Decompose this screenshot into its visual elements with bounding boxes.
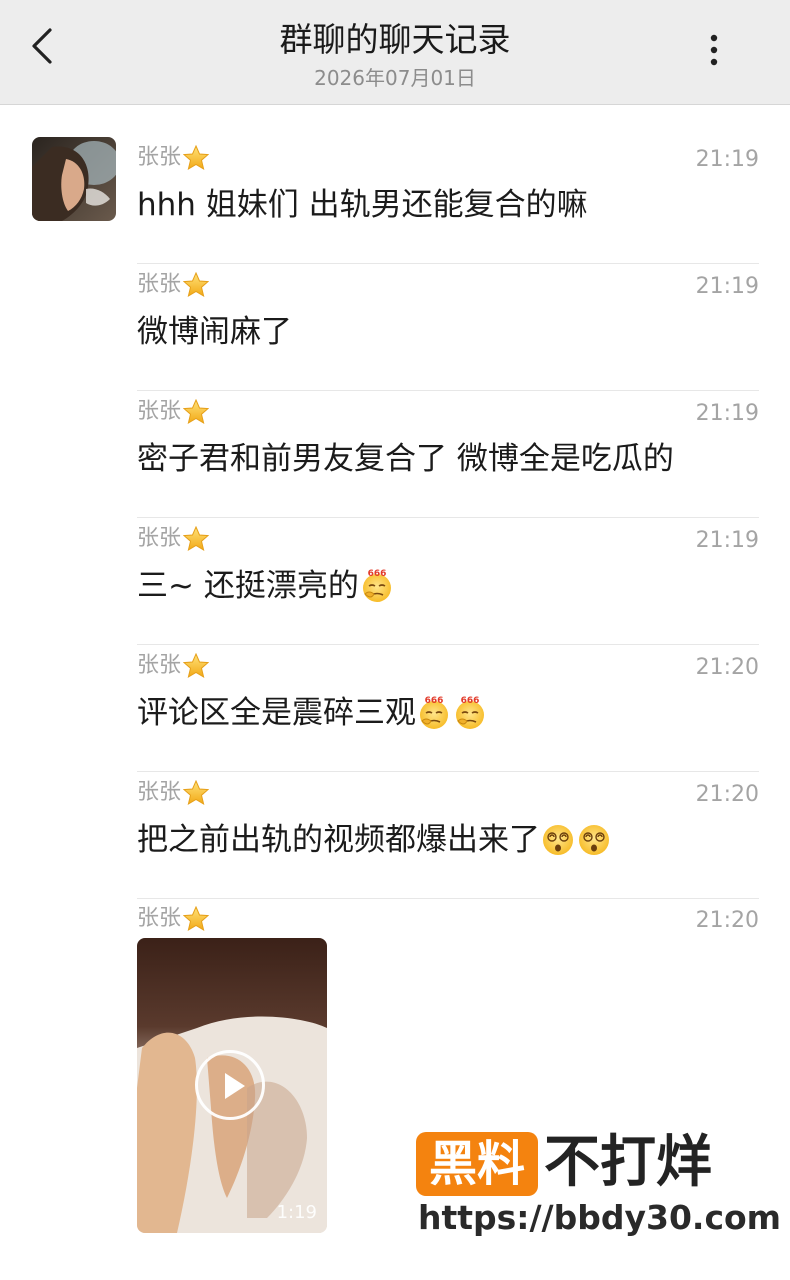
chat-message[interactable]: 张张 21:20 评论区全是震碎三观 666 666 bbox=[137, 645, 759, 772]
sender-name: 张张 bbox=[137, 272, 182, 297]
sender-name: 张张 bbox=[137, 653, 182, 678]
emoji-dizzy-icon bbox=[543, 825, 573, 855]
star-badge-icon bbox=[183, 145, 210, 171]
sender-name: 张张 bbox=[137, 906, 182, 931]
message-time: 21:19 bbox=[695, 147, 759, 172]
star-badge-icon bbox=[183, 526, 210, 552]
emoji-666-icon: 666 bbox=[456, 696, 484, 729]
message-time: 21:20 bbox=[695, 782, 759, 807]
message-text: 把之前出轨的视频都爆出来了 bbox=[137, 822, 540, 858]
star-badge-icon bbox=[183, 653, 210, 679]
chat-message[interactable]: 张张 21:19 微博闹麻了 bbox=[137, 264, 759, 391]
chat-message[interactable]: 张张 21:20 bbox=[137, 898, 759, 938]
avatar[interactable] bbox=[32, 137, 116, 221]
svg-text:666: 666 bbox=[425, 696, 444, 706]
play-icon[interactable] bbox=[195, 1050, 265, 1120]
page-subtitle-date: 2026年07月01日 bbox=[314, 66, 476, 90]
video-message[interactable]: 1:19 bbox=[137, 938, 327, 1233]
sender-name: 张张 bbox=[137, 399, 182, 424]
svg-text:666: 666 bbox=[461, 696, 480, 706]
message-text: hhh 姐妹们 出轨男还能复合的嘛 bbox=[137, 187, 588, 223]
message-text: 评论区全是震碎三观 bbox=[137, 695, 416, 731]
star-badge-icon bbox=[183, 906, 210, 932]
star-badge-icon bbox=[183, 780, 210, 806]
video-duration: 1:19 bbox=[276, 1202, 317, 1223]
sender-name: 张张 bbox=[137, 145, 182, 170]
message-text: 微博闹麻了 bbox=[137, 314, 292, 350]
page-title: 群聊的聊天记录 bbox=[279, 20, 511, 59]
sender-name: 张张 bbox=[137, 780, 182, 805]
chat-message[interactable]: 张张 21:20 把之前出轨的视频都爆出来了 bbox=[137, 772, 759, 899]
chat-message[interactable]: 张张 21:19 hhh 姐妹们 出轨男还能复合的嘛 bbox=[137, 137, 759, 264]
more-vertical-icon[interactable] bbox=[698, 30, 730, 70]
watermark-text: 不打烊 bbox=[544, 1130, 712, 1195]
message-time: 21:20 bbox=[695, 655, 759, 680]
watermark-url: https://bbdy30.com bbox=[418, 1198, 782, 1237]
emoji-666-icon: 666 bbox=[362, 569, 391, 602]
star-badge-icon bbox=[183, 399, 210, 425]
emoji-666-icon: 666 bbox=[420, 696, 448, 729]
message-time: 21:19 bbox=[695, 401, 759, 426]
message-time: 21:20 bbox=[695, 908, 759, 933]
chat-message[interactable]: 张张 21:19 密子君和前男友复合了 微博全是吃瓜的 bbox=[137, 391, 759, 518]
chat-message[interactable]: 张张 21:19 三~ 还挺漂亮的 666 bbox=[137, 518, 759, 645]
sender-name: 张张 bbox=[137, 526, 182, 551]
message-time: 21:19 bbox=[695, 274, 759, 299]
message-text: 密子君和前男友复合了 微博全是吃瓜的 bbox=[137, 441, 674, 477]
chat-header: 群聊的聊天记录 2026年07月01日 bbox=[0, 0, 790, 105]
emoji-dizzy-icon bbox=[579, 825, 609, 855]
message-time: 21:19 bbox=[695, 528, 759, 553]
watermark-logo: 黑料 bbox=[416, 1132, 538, 1196]
svg-text:666: 666 bbox=[367, 569, 386, 579]
star-badge-icon bbox=[183, 272, 210, 298]
message-text: 三~ 还挺漂亮的 bbox=[137, 568, 359, 604]
